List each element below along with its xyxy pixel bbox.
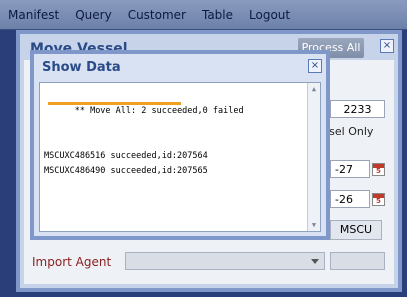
scroll-up-icon[interactable]: ▲ (309, 84, 319, 94)
close-icon[interactable]: × (308, 59, 322, 73)
result-line: ** Move All: 2 succeeded,0 failed (44, 89, 304, 149)
result-line: MSCUXC486490 succeeded,id:207565 (44, 166, 208, 176)
highlight-underline (48, 102, 181, 105)
result-textarea[interactable]: ** Move All: 2 succeeded,0 failed MSCUXC… (39, 82, 321, 232)
show-data-dialog: Show Data × ** Move All: 2 succeeded,0 f… (30, 50, 330, 240)
import-agent-code-field[interactable] (330, 252, 385, 270)
show-data-title: Show Data (42, 60, 121, 75)
code-field[interactable]: MSCU (330, 220, 382, 240)
menu-customer[interactable]: Customer (128, 8, 186, 22)
menu-manifest[interactable]: Manifest (8, 8, 59, 22)
calendar-icon[interactable]: 5 (372, 163, 385, 176)
menu-bar: Manifest Query Customer Table Logout (0, 0, 407, 30)
menu-query[interactable]: Query (75, 8, 111, 22)
close-icon[interactable]: × (380, 39, 394, 53)
calendar-icon[interactable]: 5 (372, 193, 385, 206)
number-field[interactable]: 2233 (330, 100, 385, 118)
date-field-2[interactable]: -26 (330, 190, 370, 208)
menu-logout[interactable]: Logout (249, 8, 290, 22)
scroll-down-icon[interactable]: ▼ (309, 220, 319, 230)
result-line: MSCUXC486516 succeeded,id:207564 (44, 151, 208, 161)
menu-table[interactable]: Table (202, 8, 233, 22)
date-field-1[interactable]: -27 (330, 160, 370, 178)
vertical-scrollbar[interactable]: ▲ ▼ (307, 83, 320, 231)
import-agent-label: Import Agent (32, 255, 112, 269)
import-agent-select[interactable] (125, 252, 325, 270)
